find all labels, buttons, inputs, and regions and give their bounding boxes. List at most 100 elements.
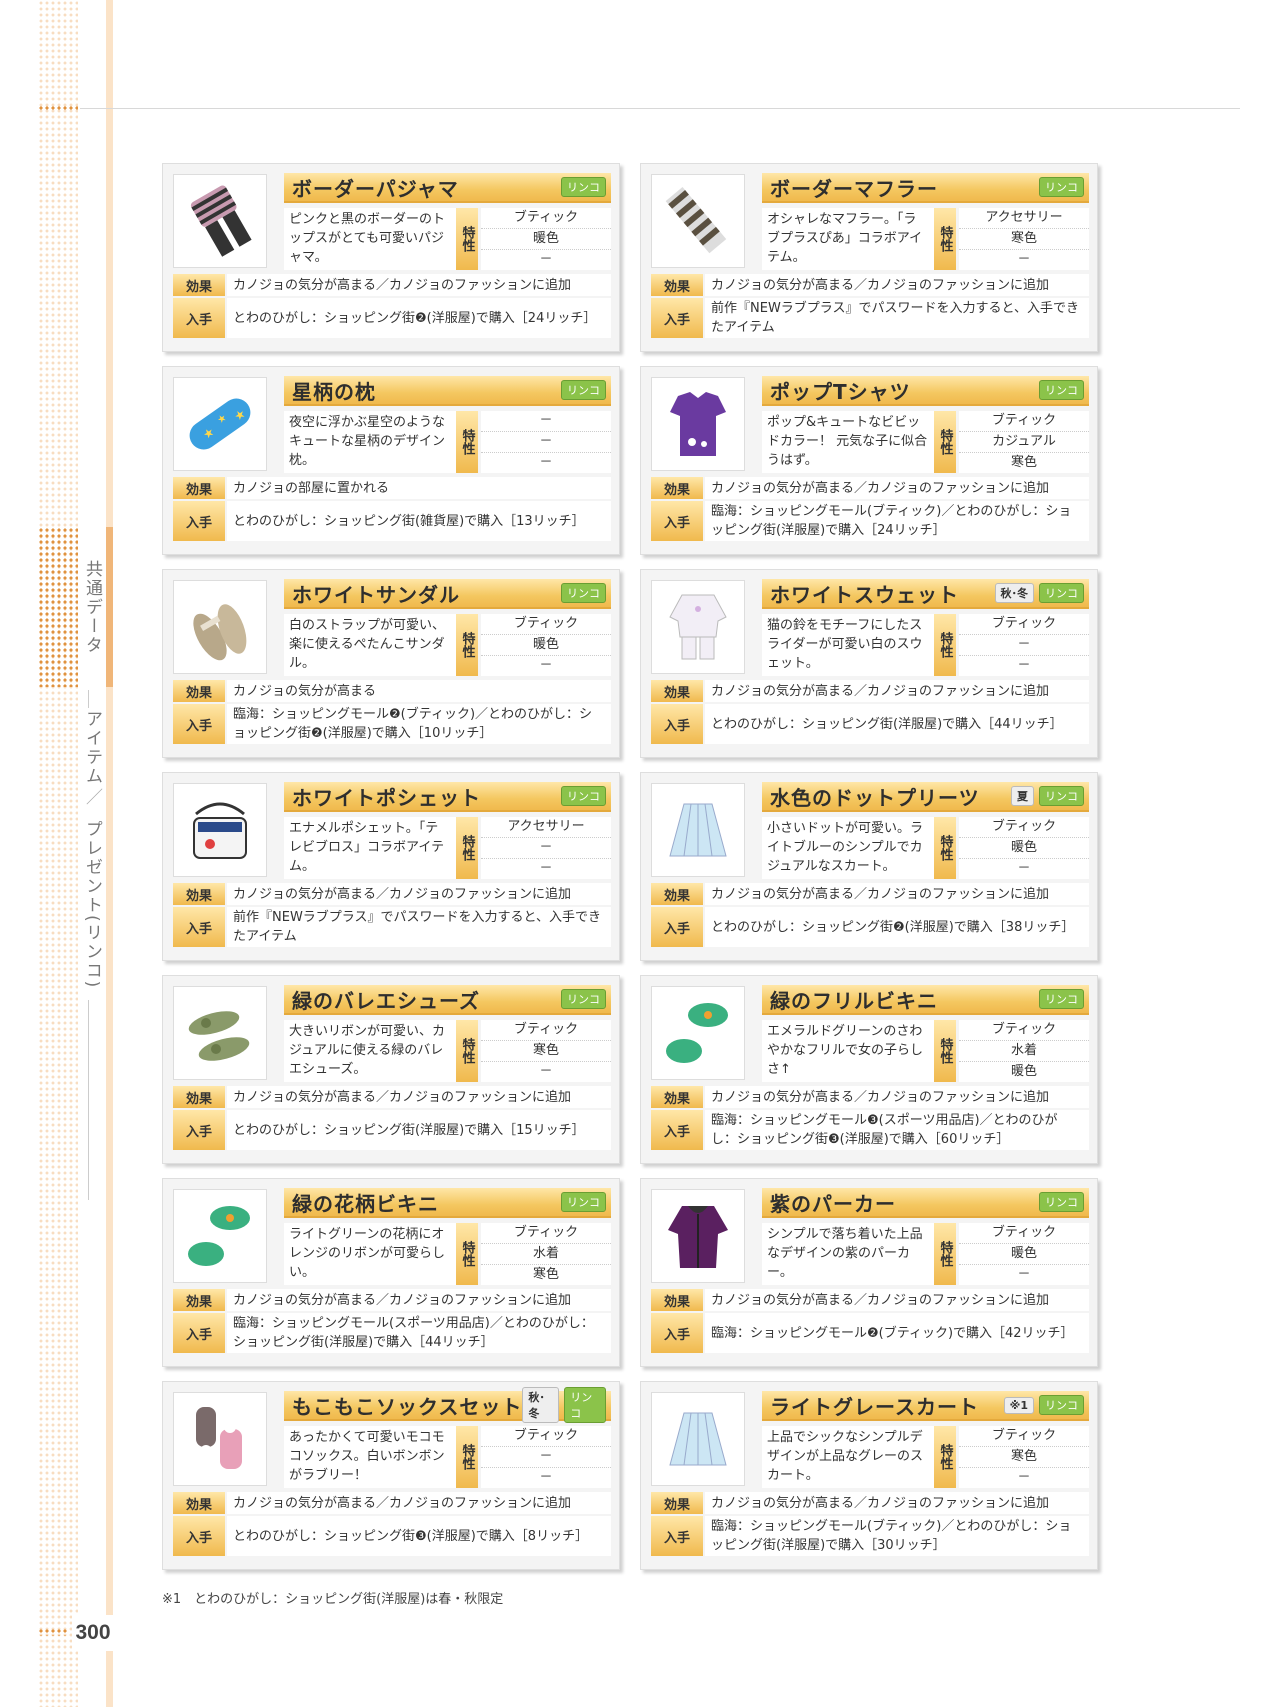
obtain-value: 臨海：ショッピングモール❸(スポーツ用品店)／とわのひがし：ショッピング街❸(洋… [705,1110,1089,1150]
trait-value: 寒色 [959,1447,1089,1468]
trait-value: － [1017,861,1031,876]
trait-label: 特性 [456,614,478,676]
bikini-icon [173,1189,267,1283]
item-name: ホワイトスウェット [770,582,959,607]
trait-value: － [481,432,611,453]
effect-label: 効果 [173,274,225,296]
item-card: ホワイトスウェット 秋･冬 リンコ 猫の鈴をモチーフにしたスライダーが可愛い白の… [640,569,1098,758]
trait-value: 水着 [959,1041,1089,1062]
item-header: ボーダーマフラー リンコ [762,173,1089,203]
obtain-label: 入手 [173,501,225,541]
character-badge: リンコ [561,989,606,1009]
trait-value: ブティック [959,1020,1089,1041]
effect-label: 効果 [173,477,225,499]
effect-label: 効果 [651,680,703,702]
page-number-dots [38,1628,68,1636]
effect-row: 効果 カノジョの気分が高まる／カノジョのファッションに追加 [651,680,1089,702]
effect-value: カノジョの気分が高まる／カノジョのファッションに追加 [705,1492,1089,1514]
obtain-value: とわのひがし：ショッピング街❷(洋服屋)で購入［38リッチ］ [705,907,1089,947]
character-badge: リンコ [561,786,606,806]
trait-value: 寒色 [959,229,1089,250]
trait-value: ブティック [959,614,1089,635]
trait-value: ブティック [481,1020,611,1041]
effect-label: 効果 [651,883,703,905]
trait-label: 特性 [934,817,956,879]
effect-value: カノジョの部屋に置かれる [227,477,611,499]
item-card: ライトグレースカート ※1 リンコ 上品でシックなシンプルデザインが上品なグレー… [640,1381,1098,1570]
item-name: 紫のパーカー [770,1191,896,1216]
item-description: オシャレなマフラー。「ラブプラスぴあ」コラボアイテム。 [762,208,934,270]
sidebar-subcategory: プレゼント(リンコ) [82,820,102,990]
trait-value: ブティック [959,411,1089,432]
trait-list: ブティック 水着 暖色 [959,1020,1089,1082]
socks-icon [173,1392,267,1486]
pajama-icon [173,174,267,268]
obtain-row: 入手 とわのひがし：ショッピング街(洋服屋)で購入［44リッチ］ [651,704,1089,744]
trait-value: 寒色 [481,1041,611,1062]
trait-value: － [959,635,1089,656]
effect-label: 効果 [651,1492,703,1514]
trait-label: 特性 [456,1223,478,1285]
effect-row: 効果 カノジョの気分が高まる／カノジョのファッションに追加 [651,477,1089,499]
effect-label: 効果 [173,1492,225,1514]
item-description: ピンクと黒のボーダーのトップスがとても可愛いパジャマ。 [284,208,456,270]
trait-list: ブティック － － [481,1426,611,1488]
item-name: 緑の花柄ビキニ [292,1191,439,1216]
trait-value: － [1017,658,1031,673]
item-description: 猫の鈴をモチーフにしたスライダーが可愛い白のスウェット。 [762,614,934,676]
scarf-icon [651,174,745,268]
skirt-icon [651,783,745,877]
obtain-label: 入手 [651,1516,703,1556]
sidebar-divider-lower [88,1000,89,1200]
obtain-row: 入手 臨海：ショッピングモール(スポーツ用品店)／とわのひがし：ショッピング街(… [173,1313,611,1353]
trait-label: 特性 [456,411,478,473]
effect-label: 効果 [173,1086,225,1108]
item-header: ホワイトスウェット 秋･冬 リンコ [762,579,1089,609]
item-header: 緑のバレエシューズ リンコ [284,985,611,1015]
effect-row: 効果 カノジョの気分が高まる／カノジョのファッションに追加 [651,1492,1089,1514]
item-header: ボーダーパジャマ リンコ [284,173,611,203]
effect-value: カノジョの気分が高まる／カノジョのファッションに追加 [227,1086,611,1108]
effect-label: 効果 [173,680,225,702]
effect-value: カノジョの気分が高まる／カノジョのファッションに追加 [705,883,1089,905]
tshirt-icon [651,377,745,471]
character-badge: リンコ [1039,380,1084,400]
obtain-value: とわのひがし：ショッピング街❷(洋服屋)で購入［24リッチ］ [227,298,611,338]
obtain-row: 入手 とわのひがし：ショッピング街❷(洋服屋)で購入［38リッチ］ [651,907,1089,947]
shoes-icon [173,986,267,1080]
item-card: 緑のフリルビキニ リンコ エメラルドグリーンのさわやかなフリルで女の子らしさ↑ … [640,975,1098,1164]
margin-dot-highlight [38,527,78,687]
obtain-label: 入手 [173,907,225,947]
item-name: ボーダーマフラー [770,176,938,201]
trait-value: － [539,252,553,267]
obtain-row: 入手 とわのひがし：ショッピング街❷(洋服屋)で購入［24リッチ］ [173,298,611,338]
trait-list: ブティック 暖色 － [481,614,611,676]
trait-value: アクセサリー [481,817,611,838]
trait-value: アクセサリー [959,208,1089,229]
item-card: ホワイトサンダル リンコ 白のストラップが可愛い、楽に使えるぺたんこサンダル。 … [162,569,620,758]
margin-stripe-highlight [106,527,113,687]
sidebar-divider [88,690,89,708]
header-rule [80,108,1240,109]
pochette-icon [173,783,267,877]
trait-label: 特性 [934,1020,956,1082]
item-name: 水色のドットプリーツ [770,785,980,810]
effect-label: 効果 [651,477,703,499]
trait-label: 特性 [934,1223,956,1285]
obtain-label: 入手 [651,907,703,947]
item-name: ホワイトサンダル [292,582,460,607]
item-description: 白のストラップが可愛い、楽に使えるぺたんこサンダル。 [284,614,456,676]
character-badge: リンコ [1039,583,1084,603]
effect-row: 効果 カノジョの気分が高まる／カノジョのファッションに追加 [173,1289,611,1311]
item-description: エメラルドグリーンのさわやかなフリルで女の子らしさ↑ [762,1020,934,1082]
trait-value: － [539,861,553,876]
season-badge: ※1 [1003,1396,1034,1414]
obtain-row: 入手 臨海：ショッピングモール❷(ブティック)／とわのひがし：ショッピング街❷(… [173,704,611,744]
obtain-value: とわのひがし：ショッピング街❸(洋服屋)で購入［8リッチ］ [227,1516,611,1556]
character-badge: リンコ [1039,989,1084,1009]
page-number: 300 [72,1615,114,1651]
sweat-icon [651,580,745,674]
obtain-label: 入手 [651,704,703,744]
item-header: ホワイトサンダル リンコ [284,579,611,609]
effect-label: 効果 [651,1289,703,1311]
